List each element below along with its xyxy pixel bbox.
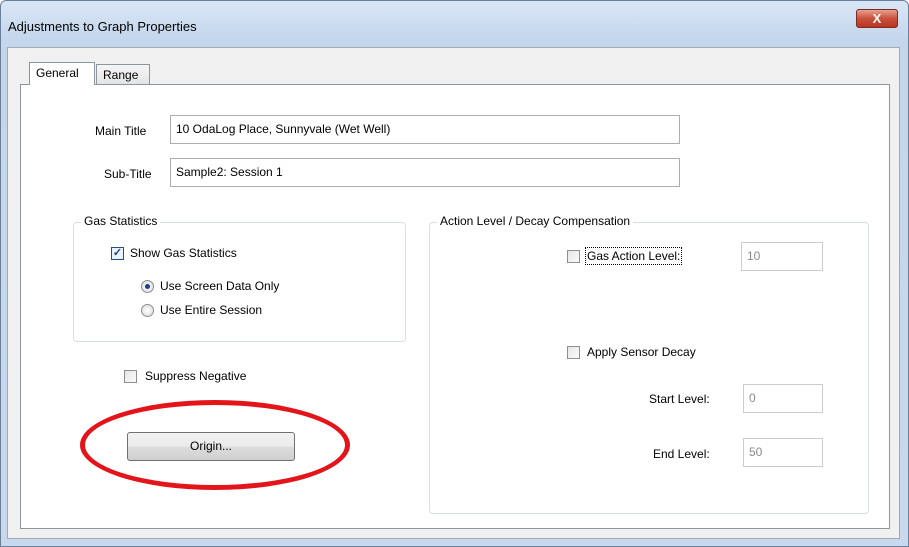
use-screen-data-label: Use Screen Data Only — [160, 279, 280, 293]
origin-button[interactable]: Origin... — [127, 432, 295, 461]
close-button[interactable]: X — [856, 9, 898, 28]
main-title-label: Main Title — [95, 124, 147, 138]
gas-action-level-label: Gas Action Level: — [584, 247, 683, 265]
start-level-input[interactable]: 0 — [743, 384, 823, 413]
window-title: Adjustments to Graph Properties — [8, 19, 197, 34]
use-entire-session-label: Use Entire Session — [160, 303, 263, 317]
apply-sensor-decay-checkbox[interactable] — [567, 346, 580, 359]
tab-general[interactable]: General — [29, 62, 95, 85]
use-screen-data-radio[interactable] — [141, 280, 154, 293]
action-level-group-label: Action Level / Decay Compensation — [437, 214, 634, 228]
show-gas-statistics-label: Show Gas Statistics — [130, 246, 237, 260]
start-level-label: Start Level: — [649, 392, 710, 406]
sub-title-label: Sub-Title — [104, 167, 152, 181]
end-level-label: End Level: — [653, 447, 710, 461]
main-title-input[interactable]: 10 OdaLog Place, Sunnyvale (Wet Well) — [170, 115, 680, 144]
end-level-input[interactable]: 50 — [743, 438, 823, 467]
dialog-window: Adjustments to Graph Properties X Genera… — [0, 0, 909, 547]
gas-statistics-group-label: Gas Statistics — [81, 214, 161, 228]
show-gas-statistics-checkbox[interactable]: ✓ — [111, 247, 124, 260]
use-entire-session-radio[interactable] — [141, 304, 154, 317]
suppress-negative-checkbox[interactable] — [124, 370, 137, 383]
gas-action-level-input[interactable]: 10 — [741, 242, 823, 271]
tab-range[interactable]: Range — [96, 64, 150, 85]
sub-title-input[interactable]: Sample2: Session 1 — [170, 158, 680, 187]
suppress-negative-label: Suppress Negative — [145, 369, 247, 383]
gas-action-level-checkbox[interactable] — [567, 250, 580, 263]
apply-sensor-decay-label: Apply Sensor Decay — [587, 345, 696, 359]
